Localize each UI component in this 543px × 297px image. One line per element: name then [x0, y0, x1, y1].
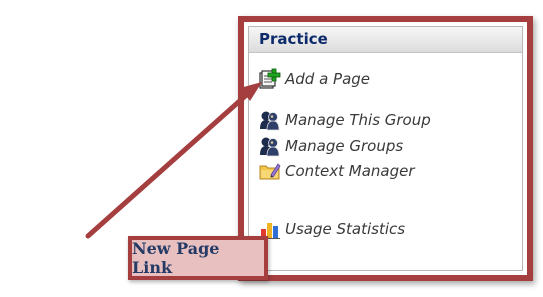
usage-statistics-link[interactable]: Usage Statistics	[259, 217, 405, 241]
context-manager-link[interactable]: Context Manager	[259, 159, 415, 183]
manage-this-group-label: Manage This Group	[285, 111, 431, 129]
practice-panel: Practice Add a Page Manage This Group Ma…	[238, 16, 533, 281]
add-page-icon	[259, 68, 281, 90]
context-manager-label: Context Manager	[285, 162, 415, 180]
group-users-icon	[259, 109, 281, 131]
add-page-link[interactable]: Add a Page	[259, 67, 370, 91]
usage-statistics-label: Usage Statistics	[285, 220, 406, 238]
add-page-label: Add a Page	[285, 70, 371, 88]
practice-panel-body: Practice Add a Page Manage This Group Ma…	[248, 26, 523, 271]
panel-title: Practice	[249, 27, 522, 53]
manage-groups-label: Manage Groups	[285, 137, 404, 155]
group-users-icon	[259, 135, 281, 157]
manage-groups-link[interactable]: Manage Groups	[259, 134, 403, 158]
folder-edit-icon	[259, 160, 281, 182]
manage-this-group-link[interactable]: Manage This Group	[259, 108, 431, 132]
callout-label: New Page Link	[128, 236, 268, 280]
